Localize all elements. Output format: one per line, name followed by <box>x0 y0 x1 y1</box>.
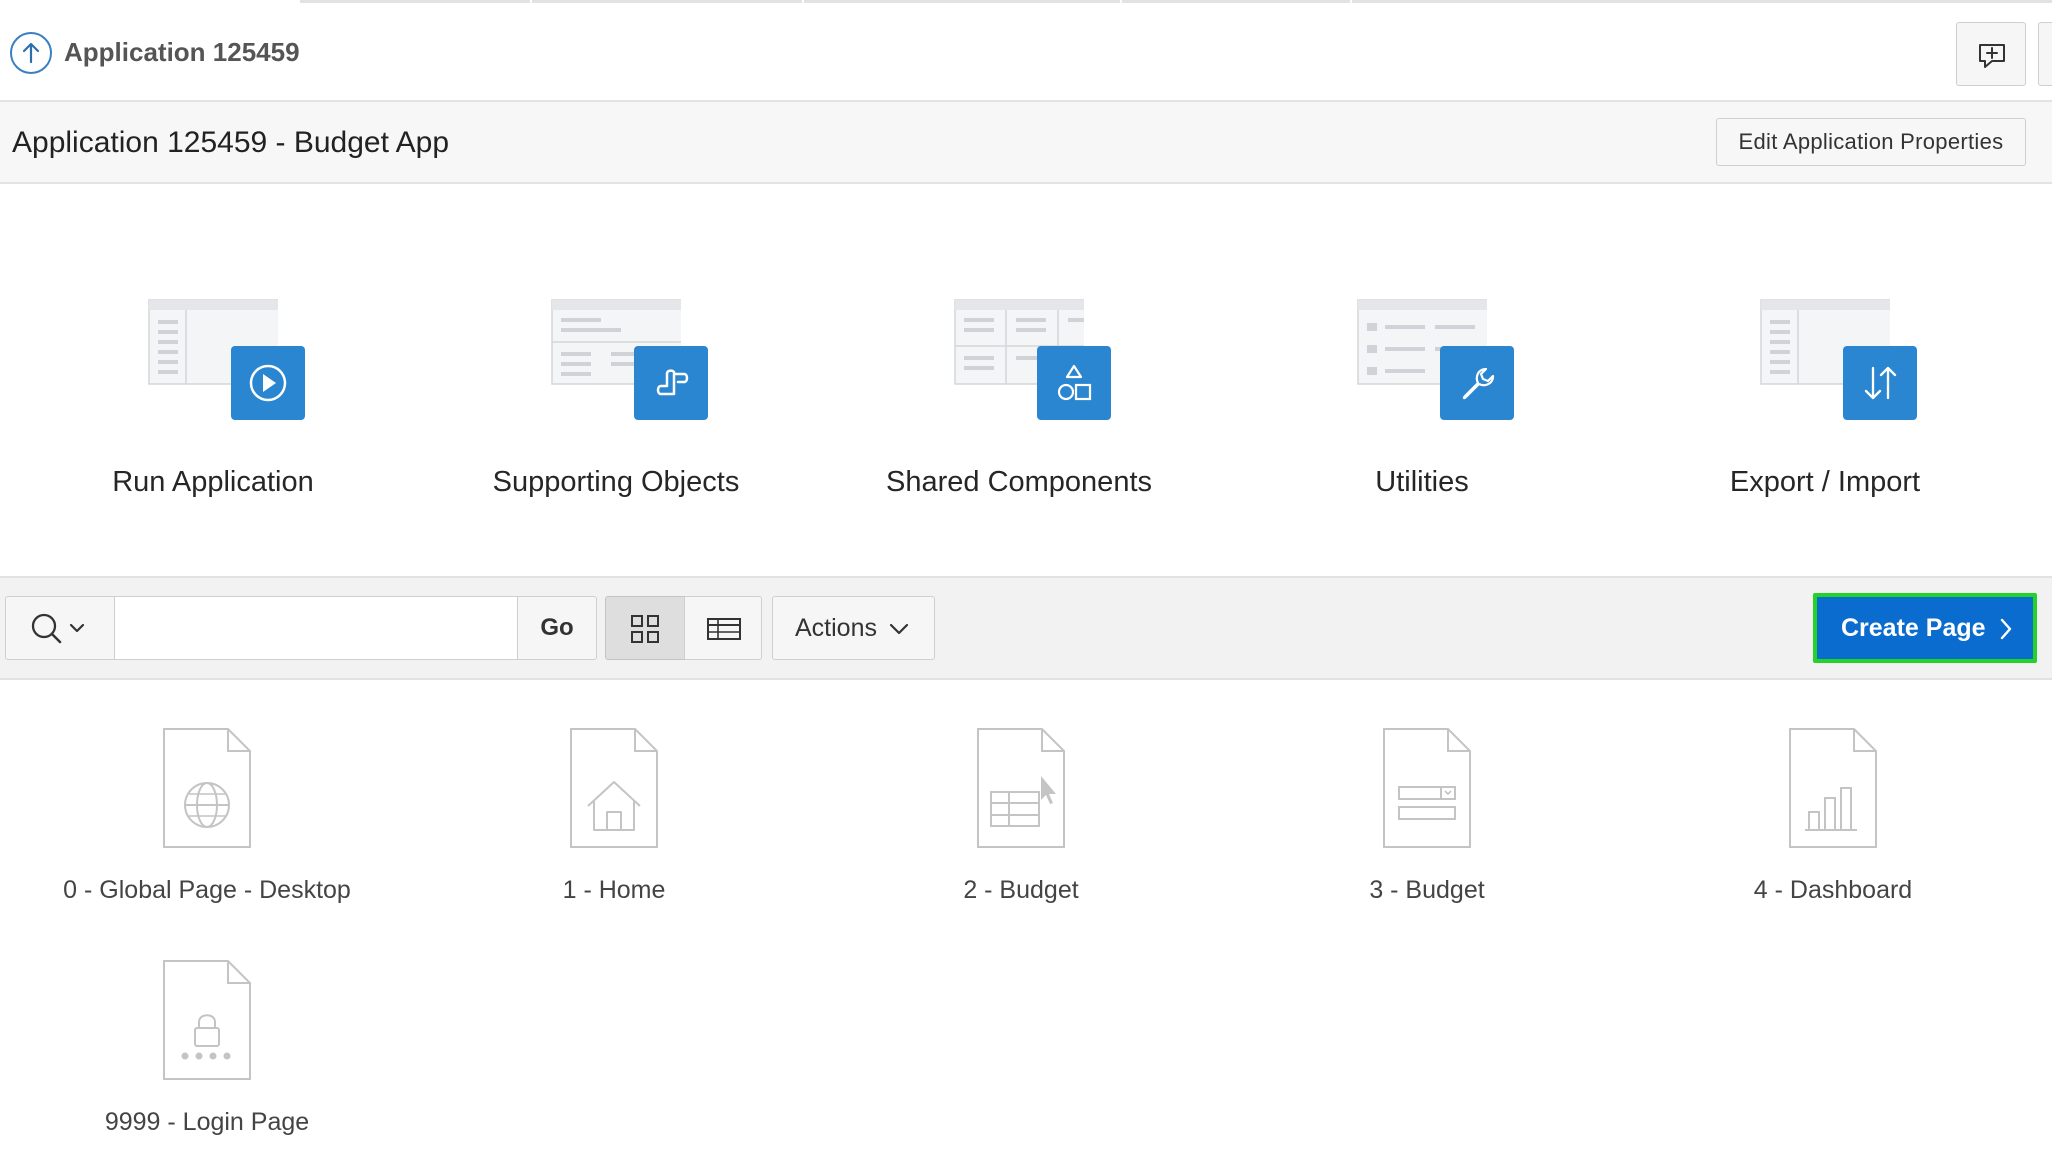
card-label: Shared Components <box>886 466 1152 498</box>
feedback-button[interactable] <box>1956 22 2026 86</box>
globe-icon <box>163 728 251 848</box>
page-tile[interactable]: 1 - Home <box>444 728 784 928</box>
page-tile-label: 9999 - Login Page <box>104 1108 310 1136</box>
supporting-objects-card[interactable]: Supporting Objects <box>446 290 786 510</box>
page-tile[interactable]: 3 - Budget <box>1257 728 1597 928</box>
page-tile[interactable]: 9999 - Login Page <box>37 960 377 1160</box>
chevron-right-icon <box>2000 618 2012 640</box>
application-breadcrumb[interactable]: Application 125459 <box>64 37 300 68</box>
page-tile-label: 3 - Budget <box>1369 876 1485 904</box>
run-application-card[interactable]: Run Application <box>43 290 383 510</box>
overflow-button[interactable] <box>2038 22 2052 86</box>
actions-menu-button[interactable]: Actions <box>772 596 935 660</box>
tab-strip-segment <box>1352 0 2052 3</box>
grid-view-icon <box>631 615 659 643</box>
card-label: Supporting Objects <box>492 466 740 498</box>
page-tile-label: 0 - Global Page - Desktop <box>63 876 351 904</box>
tab-strip-segment <box>1122 0 1350 3</box>
play-icon <box>231 346 305 420</box>
go-button[interactable]: Go <box>517 596 597 660</box>
up-arrow-icon[interactable] <box>10 32 52 74</box>
form-icon <box>1383 728 1471 848</box>
shared-components-card[interactable]: Shared Components <box>849 290 1189 510</box>
card-label: Utilities <box>1375 466 1469 498</box>
create-page-label: Create Page <box>1841 614 1986 642</box>
export-import-card[interactable]: Export / Import <box>1655 290 1995 510</box>
page-title: Application 125459 - Budget App <box>12 126 450 159</box>
actions-label: Actions <box>795 614 877 642</box>
top-bar: Application 125459 <box>0 4 2052 102</box>
bar-chart-icon <box>1789 728 1877 848</box>
tab-strip-segment <box>804 0 1120 3</box>
page-tile[interactable]: 4 - Dashboard <box>1663 728 2003 928</box>
view-icons-button[interactable] <box>605 596 685 660</box>
shapes-icon <box>1037 346 1111 420</box>
search-options-button[interactable] <box>5 596 115 660</box>
chevron-down-icon <box>889 623 909 635</box>
wrench-icon <box>1440 346 1514 420</box>
table-view-icon <box>707 618 741 640</box>
lock-icon <box>163 960 251 1080</box>
page-tile-label: 2 - Budget <box>963 876 1079 904</box>
create-page-button[interactable]: Create Page <box>1813 593 2037 663</box>
grid-cursor-icon <box>977 728 1065 848</box>
search-icon <box>31 613 62 644</box>
view-report-button[interactable] <box>684 596 762 660</box>
page-tile-label: 1 - Home <box>562 876 666 904</box>
tab-strip-segment <box>300 0 530 3</box>
arrows-updown-icon <box>1843 346 1917 420</box>
search-input[interactable] <box>114 596 518 660</box>
page-tile[interactable]: 2 - Budget <box>851 728 1191 928</box>
page-toolbar: Go Actions Create Page <box>0 576 2052 680</box>
edit-application-properties-button[interactable]: Edit Application Properties <box>1716 118 2026 166</box>
scroll-icon <box>634 346 708 420</box>
card-label: Run Application <box>112 466 314 498</box>
chat-plus-icon <box>1979 44 2005 68</box>
chevron-down-icon <box>69 623 85 633</box>
card-label: Export / Import <box>1729 466 1921 498</box>
title-bar: Application 125459 - Budget App Edit App… <box>0 102 2052 184</box>
page-tile-label: 4 - Dashboard <box>1753 876 1913 904</box>
house-icon <box>570 728 658 848</box>
page-tile[interactable]: 0 - Global Page - Desktop <box>37 728 377 928</box>
tab-strip-segment <box>532 0 802 3</box>
utilities-card[interactable]: Utilities <box>1252 290 1592 510</box>
